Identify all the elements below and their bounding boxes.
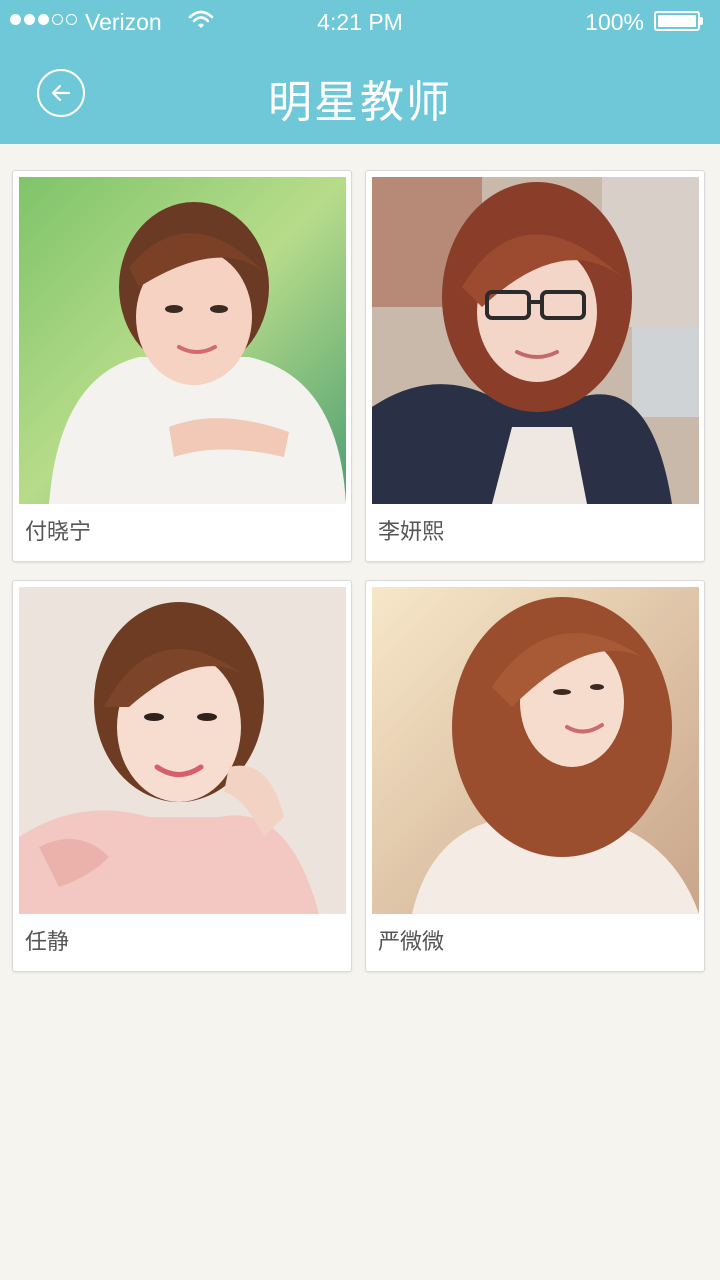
teacher-name: 付晓宁 (25, 520, 92, 545)
teacher-card[interactable]: 严微微 (365, 580, 705, 972)
teacher-name: 严微微 (378, 930, 445, 955)
battery-icon (654, 11, 700, 31)
teacher-name: 李妍熙 (378, 520, 445, 545)
teacher-card[interactable]: 任静 (12, 580, 352, 972)
header-bar: Verizon 4:21 PM 100% 明星教师 (0, 0, 720, 144)
teacher-photo (372, 587, 699, 914)
teacher-name: 任静 (25, 930, 70, 955)
teacher-photo (19, 177, 346, 504)
teacher-photo (372, 177, 699, 504)
teacher-photo (19, 587, 346, 914)
battery-cap (700, 17, 703, 25)
battery-percentage: 100% (585, 9, 644, 35)
status-bar: Verizon 4:21 PM 100% (0, 0, 720, 44)
page-title: 明星教师 (268, 77, 452, 128)
teacher-card[interactable]: 付晓宁 (12, 170, 352, 562)
teacher-card[interactable]: 李妍熙 (365, 170, 705, 562)
